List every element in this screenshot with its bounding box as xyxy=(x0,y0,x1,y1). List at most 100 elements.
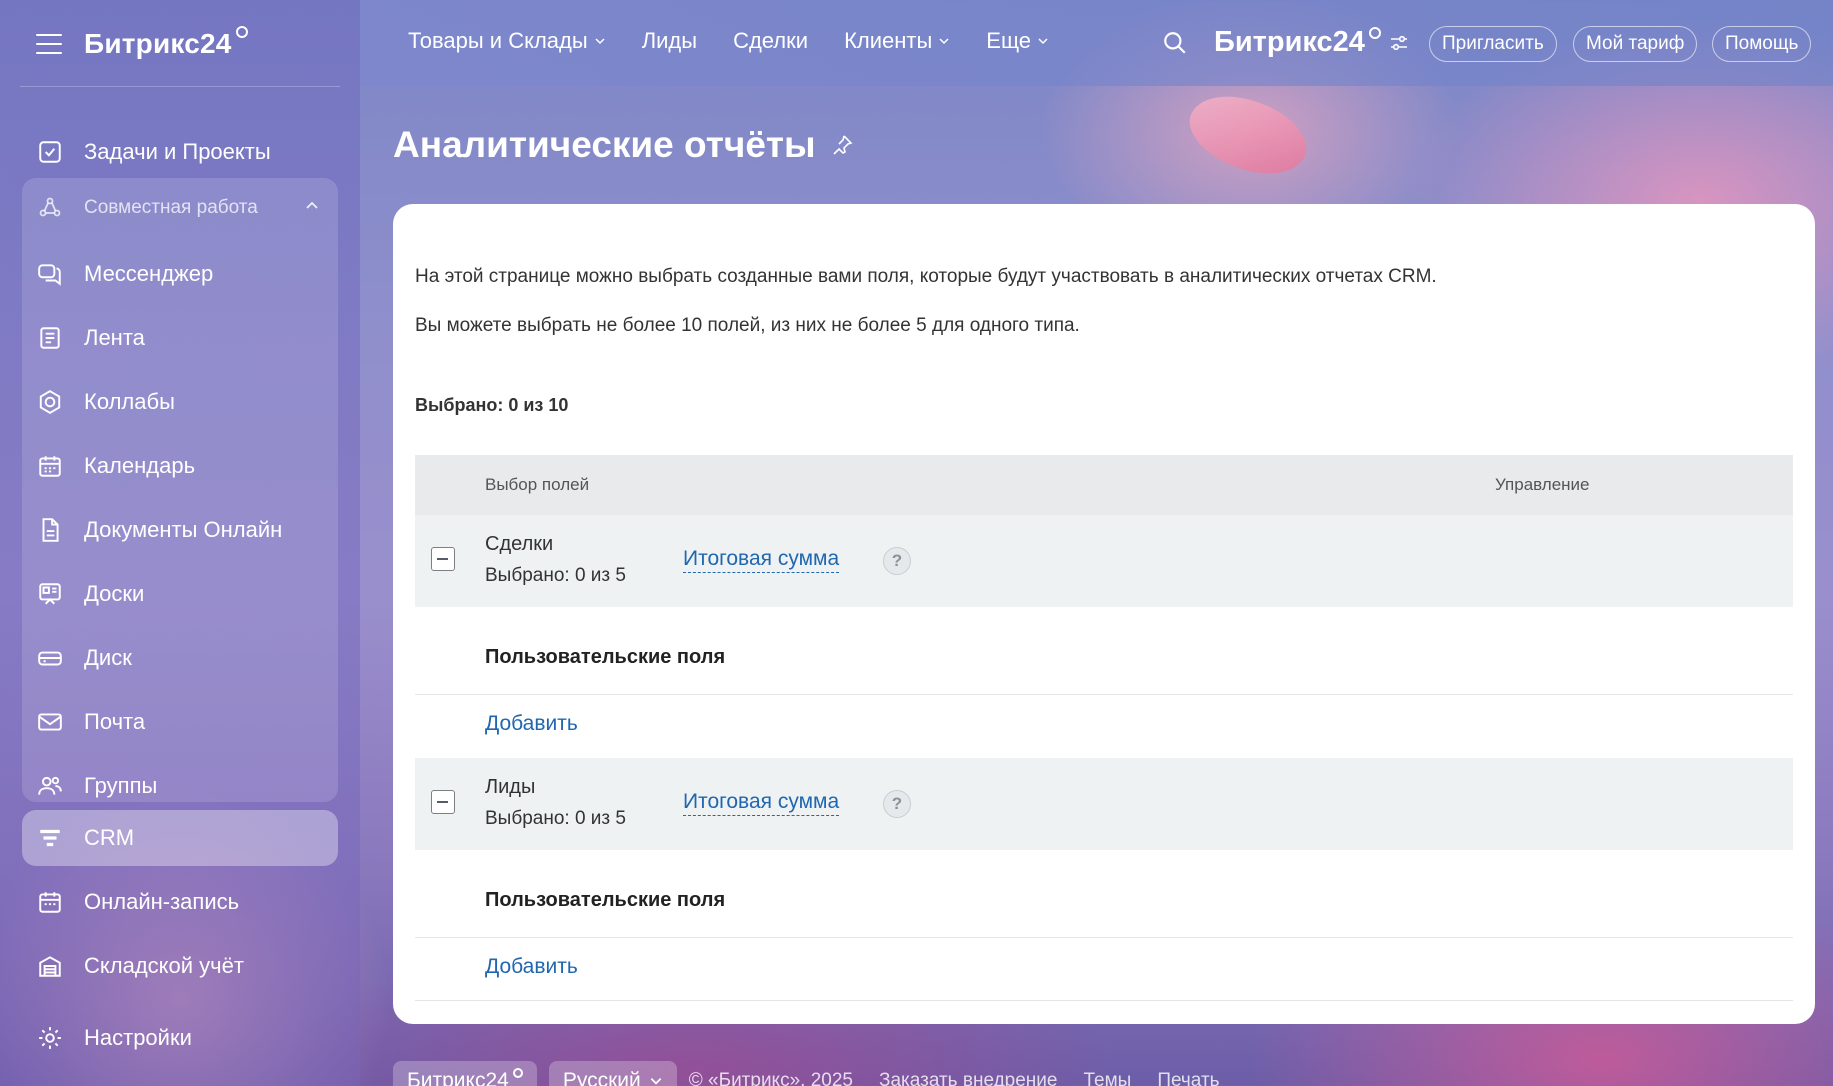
total-sum-link[interactable]: Итоговая сумма xyxy=(683,547,840,573)
sidebar-item-crm[interactable]: CRM xyxy=(22,810,338,866)
chevron-down-icon xyxy=(650,1078,662,1085)
footer-brand-button[interactable]: Битрикс24 xyxy=(393,1061,537,1086)
sidebar-item-messenger[interactable]: Мессенджер xyxy=(22,246,338,302)
column-manage: Управление xyxy=(1495,475,1590,494)
sidebar-item-label: Онлайн-запись xyxy=(84,889,240,914)
sidebar-item-label: Документы Онлайн xyxy=(84,517,283,542)
sidebar-item-label: Лента xyxy=(84,325,145,350)
brand-logo[interactable]: Битрикс24 xyxy=(1214,26,1409,59)
sidebar-item-label: CRM xyxy=(84,825,135,850)
search-icon[interactable] xyxy=(1162,30,1188,56)
help-icon[interactable]: ? xyxy=(883,547,911,575)
sidebar-item-booking[interactable]: Онлайн-запись xyxy=(22,874,338,930)
copyright: © «Битрикс», 2025 xyxy=(688,1070,853,1086)
limit-text: Вы можете выбрать не более 10 полей, из … xyxy=(415,315,1080,336)
sidebar-item-warehouse[interactable]: Складской учёт xyxy=(22,938,338,994)
table-header: Выбор полей Управление xyxy=(415,455,1793,515)
sidebar-item-label: Почта xyxy=(84,709,146,734)
checkbox-icon xyxy=(36,138,64,166)
boards-icon xyxy=(36,580,64,608)
divider xyxy=(415,937,1793,938)
warehouse-icon xyxy=(36,952,64,980)
pin-icon[interactable] xyxy=(830,133,854,157)
menu-icon[interactable] xyxy=(36,34,62,54)
language-selector[interactable]: Русский xyxy=(548,1061,677,1086)
collaboration-icon xyxy=(36,194,64,222)
add-field-link[interactable]: Добавить xyxy=(485,955,578,979)
print-link[interactable]: Печать xyxy=(1157,1070,1219,1086)
sidebar-item-label: Настройки xyxy=(84,1025,192,1050)
sidebar-item-mail[interactable]: Почта xyxy=(22,694,338,750)
collapse-button[interactable] xyxy=(431,790,455,814)
tariff-button[interactable]: Мой тариф xyxy=(1573,26,1698,62)
sidebar-item-label: Группы xyxy=(84,773,158,798)
settings-sliders-icon[interactable] xyxy=(1389,33,1409,53)
topnav-label: Товары и Склады xyxy=(408,28,588,53)
sidebar-item-documents[interactable]: Документы Онлайн xyxy=(22,502,338,558)
topnav-products[interactable]: Товары и Склады xyxy=(408,28,606,54)
collab-icon xyxy=(36,388,64,416)
clock-icon xyxy=(235,26,248,38)
section-count: Выбрано: 0 из 5 xyxy=(485,808,626,829)
topnav-label: Сделки xyxy=(733,28,809,53)
topnav-deals[interactable]: Сделки xyxy=(733,28,808,54)
brand-text: Битрикс24 xyxy=(1214,26,1365,58)
logo[interactable]: Битрикс24 xyxy=(84,28,232,60)
background-petal xyxy=(1178,75,1318,195)
divider xyxy=(415,1000,1793,1001)
sidebar-item-label: Мессенджер xyxy=(84,261,214,286)
topnav-more[interactable]: Еще xyxy=(986,28,1049,54)
help-icon[interactable]: ? xyxy=(883,790,911,818)
section-deals: Сделки Выбрано: 0 из 5 Итоговая сумма ? xyxy=(415,515,1793,607)
document-icon xyxy=(36,516,64,544)
content-card: На этой странице можно выбрать созданные… xyxy=(393,204,1815,1024)
footer-brand-text: Битрикс24 xyxy=(407,1069,509,1086)
sidebar-item-collabs[interactable]: Коллабы xyxy=(22,374,338,430)
collapse-button[interactable] xyxy=(431,547,455,571)
topnav-leads[interactable]: Лиды xyxy=(642,28,697,54)
sidebar-item-feed[interactable]: Лента xyxy=(22,310,338,366)
column-fields: Выбор полей xyxy=(485,475,590,494)
topnav-label: Лиды xyxy=(641,28,698,53)
crm-icon xyxy=(36,824,64,852)
sidebar-item-label: Календарь xyxy=(84,453,196,478)
chevron-up-icon[interactable] xyxy=(304,198,320,214)
clock-icon xyxy=(512,1068,523,1078)
sidebar-item-label: Диск xyxy=(84,645,132,670)
total-sum-link[interactable]: Итоговая сумма xyxy=(683,790,840,816)
add-field-link[interactable]: Добавить xyxy=(485,712,578,736)
messenger-icon xyxy=(36,260,64,288)
sidebar-item-boards[interactable]: Доски xyxy=(22,566,338,622)
groups-icon xyxy=(36,772,64,800)
sidebar-item-tasks[interactable]: Задачи и Проекты xyxy=(22,124,338,180)
feed-icon xyxy=(36,324,64,352)
sidebar-item-label: Доски xyxy=(84,581,145,606)
sidebar-item-disk[interactable]: Диск xyxy=(22,630,338,686)
sidebar-item-label: Задачи и Проекты xyxy=(84,139,271,164)
topnav-label: Клиенты xyxy=(844,28,933,53)
themes-link[interactable]: Темы xyxy=(1083,1070,1131,1086)
gear-icon xyxy=(36,1024,64,1052)
calendar-icon xyxy=(36,452,64,480)
help-button[interactable]: Помощь xyxy=(1712,26,1812,62)
sidebar-item-calendar[interactable]: Календарь xyxy=(22,438,338,494)
sidebar-header: Битрикс24 xyxy=(36,24,248,64)
sidebar-group-header[interactable]: Совместная работа xyxy=(22,180,338,236)
custom-fields-title: Пользовательские поля xyxy=(485,646,726,668)
order-link[interactable]: Заказать внедрение xyxy=(879,1070,1058,1086)
page-title-text: Аналитические отчёты xyxy=(393,124,816,165)
sidebar-item-settings[interactable]: Настройки xyxy=(22,1010,338,1066)
chevron-down-icon xyxy=(1038,38,1048,45)
clock-icon xyxy=(1368,26,1381,39)
sidebar-item-groups[interactable]: Группы xyxy=(22,758,338,814)
section-leads: Лиды Выбрано: 0 из 5 Итоговая сумма ? xyxy=(415,758,1793,850)
divider xyxy=(20,86,340,87)
chevron-down-icon xyxy=(595,38,605,45)
selected-total: Выбрано: 0 из 10 xyxy=(415,395,569,415)
sidebar-item-label: Складской учёт xyxy=(84,953,244,978)
topnav-clients[interactable]: Клиенты xyxy=(844,28,950,54)
invite-button[interactable]: Пригласить xyxy=(1429,26,1557,62)
sidebar-item-label: Коллабы xyxy=(84,389,175,414)
language-label: Русский xyxy=(562,1069,641,1086)
booking-calendar-icon xyxy=(36,888,64,916)
